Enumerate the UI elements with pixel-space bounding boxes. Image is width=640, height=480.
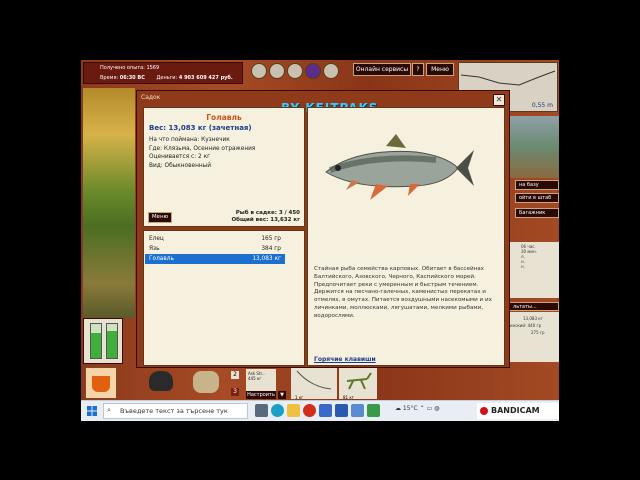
location-scene bbox=[503, 116, 559, 178]
stamina-gauge bbox=[90, 323, 102, 359]
caught-on: На что поймана: Кузнечик bbox=[149, 137, 230, 143]
weather-temp[interactable]: 15°C bbox=[403, 405, 418, 412]
store-icon[interactable] bbox=[319, 404, 332, 417]
fish-description-panel: Стайная рыба семейства карповых. Обитает… bbox=[307, 107, 505, 366]
hunger-gauge bbox=[106, 323, 118, 359]
top-menu-button[interactable]: Меню bbox=[426, 63, 454, 76]
fish-menu-button[interactable]: Меню bbox=[148, 212, 172, 223]
mail-icon[interactable] bbox=[335, 404, 348, 417]
experience-text: Получено опыта: 1569 bbox=[100, 65, 160, 71]
help-button[interactable]: ? bbox=[412, 63, 424, 76]
stamina-gauge-fill bbox=[91, 332, 101, 358]
dialog-title: Садок bbox=[141, 94, 161, 101]
photos-icon[interactable] bbox=[351, 404, 364, 417]
chub-fish-image bbox=[325, 134, 474, 200]
weather-icon[interactable]: ☁ bbox=[395, 405, 401, 412]
money-value: 4 903 609 427 руб. bbox=[178, 75, 233, 81]
results-button[interactable]: льтаты... bbox=[509, 302, 559, 311]
fishing-line-icon bbox=[296, 370, 332, 390]
setup-dropdown-button[interactable]: ▼ bbox=[278, 391, 286, 399]
time-value: 06:30 ВС bbox=[119, 75, 145, 81]
keepnet-dialog: Садок BY KEITPAKS ✕ Голавль Вес: 13,083 … bbox=[136, 90, 510, 368]
keepnet-total-weight: Общий вес: 13,632 кг bbox=[231, 217, 300, 223]
list-item[interactable]: Язь 384 гр bbox=[145, 244, 285, 254]
bandicam-watermark: BANDICAM bbox=[477, 403, 559, 419]
search-icon: ⌕ bbox=[107, 406, 111, 414]
chrome-icon[interactable] bbox=[303, 404, 316, 417]
fish-weight: Вес: 13,083 кг (зачетная) bbox=[149, 124, 252, 132]
hotkeys-link[interactable]: Горячие клавиши bbox=[314, 356, 376, 363]
catch-name: Елец bbox=[149, 236, 164, 242]
task-view-icon[interactable] bbox=[255, 404, 268, 417]
catch-name: Язь bbox=[149, 246, 160, 252]
hunger-gauge-fill bbox=[107, 331, 117, 358]
bait-slot-icon[interactable] bbox=[305, 63, 321, 79]
fish-description: Стайная рыба семейства карповых. Обитает… bbox=[314, 266, 492, 319]
catch-weight: 13,083 кг bbox=[252, 256, 281, 262]
file-explorer-icon[interactable] bbox=[287, 404, 300, 417]
bucket-slot[interactable] bbox=[85, 367, 117, 399]
trophy-from: Оценивается с: 2 кг bbox=[149, 154, 211, 160]
catch-weight: 384 гр bbox=[261, 246, 281, 252]
taskbar-apps bbox=[255, 404, 380, 417]
windows-start-icon[interactable] bbox=[87, 406, 97, 416]
bait-slots bbox=[251, 63, 339, 79]
groundbait-bag-icon[interactable] bbox=[193, 371, 219, 393]
system-tray: ☁ 15°C ⌃ ▭ ◍ bbox=[395, 405, 439, 412]
catch-list: Елец 165 гр Язь 384 гр Голавль 13,083 кг bbox=[143, 230, 305, 366]
caught-where: Где: Клязьма, Осенние отражения bbox=[149, 145, 256, 152]
depth-readout: 0,55 m bbox=[531, 102, 553, 109]
gauge-panel bbox=[83, 318, 123, 364]
bait-slot-icon[interactable] bbox=[251, 63, 267, 79]
bait-slot-icon[interactable] bbox=[323, 63, 339, 79]
slot-count: 3 bbox=[231, 388, 239, 396]
keepnet-stats: Рыб в садке: 3 / 450 Общий вес: 13,632 к… bbox=[231, 210, 300, 224]
trunk-button[interactable]: Багажник bbox=[515, 208, 559, 218]
taskbar-search-input[interactable]: Въведете текст за търсене тук bbox=[103, 403, 248, 419]
setup-button[interactable]: Настроить bbox=[246, 391, 276, 399]
game-app-icon[interactable] bbox=[367, 404, 380, 417]
tray-icons[interactable]: ⌃ ▭ ◍ bbox=[420, 405, 440, 412]
fish-info-panel: Голавль Вес: 13,083 кг (зачетная) На что… bbox=[143, 107, 305, 227]
windows-taskbar: Въведете текст за търсене тук ⌕ ☁ 15°C ⌃… bbox=[81, 400, 559, 421]
bait-slot-icon[interactable] bbox=[269, 63, 285, 79]
lure-slot[interactable]: 81 кг bbox=[339, 367, 377, 400]
list-item-selected[interactable]: Голавль 13,083 кг bbox=[145, 254, 285, 264]
left-scenery bbox=[83, 88, 135, 318]
bottom-inventory-bar: 2 3 Ask Str... 445 кг Настроить ▼ 1 кг 8… bbox=[81, 365, 559, 400]
bandicam-label: BANDICAM bbox=[491, 406, 540, 415]
catch-weight: 165 гр bbox=[261, 236, 281, 242]
catch-name: Голавль bbox=[149, 256, 174, 262]
slot-count: 2 bbox=[231, 371, 239, 379]
to-hq-button[interactable]: ойти в штаб bbox=[515, 193, 559, 203]
rod-slot[interactable]: 1 кг bbox=[291, 367, 337, 400]
time-money-row: Время: 06:30 ВС Деньги: 4 903 609 427 ру… bbox=[100, 73, 242, 83]
fish-species: Вид: Обыкновенный bbox=[149, 162, 212, 169]
record-icon bbox=[480, 407, 488, 415]
to-base-button[interactable]: на базу bbox=[515, 180, 559, 190]
grasshopper-icon bbox=[346, 372, 372, 390]
time-label: Время: bbox=[100, 75, 119, 81]
list-item[interactable]: Елец 165 гр bbox=[145, 234, 285, 244]
money-label: Деньги: bbox=[156, 75, 178, 81]
close-button[interactable]: ✕ bbox=[493, 94, 505, 106]
online-services-button[interactable]: Онлайн сервисы bbox=[353, 63, 411, 76]
player-status-panel: Получено опыта: 1569 Время: 06:30 ВС Ден… bbox=[83, 62, 243, 84]
bait-slot-icon[interactable] bbox=[287, 63, 303, 79]
edge-icon[interactable] bbox=[271, 404, 284, 417]
fish-name: Голавль bbox=[206, 113, 242, 122]
bucket-icon bbox=[92, 376, 110, 392]
fish-details: На что поймана: Кузнечик Где: Клязьма, О… bbox=[149, 136, 255, 170]
bait-pot-icon[interactable] bbox=[149, 371, 173, 391]
keepnet-count: Рыб в садке: 3 / 450 bbox=[235, 210, 300, 216]
